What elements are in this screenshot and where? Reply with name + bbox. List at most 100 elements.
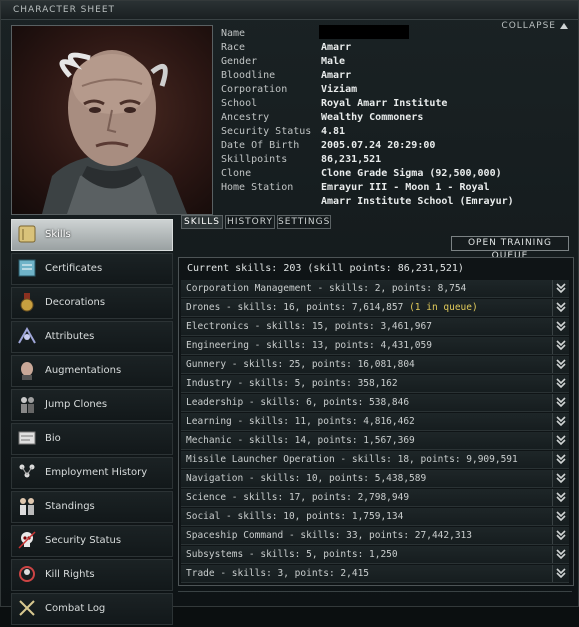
skill-group-row[interactable]: Leadership - skills: 6, points: 538,846	[181, 394, 569, 412]
tab-history[interactable]: HISTORY	[225, 215, 275, 229]
list-footer	[178, 591, 572, 606]
sidebar-item-employment-history[interactable]: Employment History	[11, 457, 173, 489]
skill-group-row[interactable]: Navigation - skills: 10, points: 5,438,5…	[181, 470, 569, 488]
sidebar-item-certificates[interactable]: Certificates	[11, 253, 173, 285]
expand-chevron-icon[interactable]	[552, 299, 569, 316]
portrait-image	[42, 50, 187, 214]
expand-chevron-icon[interactable]	[552, 413, 569, 430]
info-value: Royal Amarr Institute	[321, 98, 448, 109]
employment-icon	[16, 461, 38, 483]
skill-group-text: Learning - skills: 11, points: 4,816,462	[186, 416, 415, 427]
sidebar: Skills Certificates Decorations Attributes A…	[11, 219, 173, 627]
skill-group-label: Social - skills: 10, points: 1,759,134	[186, 511, 403, 522]
expand-chevron-icon[interactable]	[552, 375, 569, 392]
sidebar-item-kill-rights[interactable]: Kill Rights	[11, 559, 173, 591]
skill-group-label: Spaceship Command - skills: 33, points: …	[186, 530, 472, 541]
info-value: 2005.07.24 20:29:00	[321, 140, 436, 151]
info-value: Clone Grade Sigma (92,500,000)	[321, 168, 502, 179]
expand-chevron-icon[interactable]	[552, 356, 569, 373]
expand-chevron-icon[interactable]	[552, 527, 569, 544]
skill-group-row[interactable]: Gunnery - skills: 25, points: 16,081,804	[181, 356, 569, 374]
skill-group-label: Corporation Management - skills: 2, poin…	[186, 283, 466, 294]
skill-group-row[interactable]: Subsystems - skills: 5, points: 1,250	[181, 546, 569, 564]
expand-chevron-icon[interactable]	[552, 470, 569, 487]
expand-chevron-icon[interactable]	[552, 489, 569, 506]
skill-group-label: Drones - skills: 16, points: 7,614,857 (…	[186, 302, 478, 313]
sidebar-item-combat-log[interactable]: Combat Log	[11, 593, 173, 625]
attributes-icon	[16, 325, 38, 347]
collapse-button[interactable]: COLLAPSE	[501, 21, 568, 31]
skill-group-text: Leadership - skills: 6, points: 538,846	[186, 397, 410, 408]
skill-group-row[interactable]: Trade - skills: 3, points: 2,415	[181, 565, 569, 583]
skill-group-row[interactable]: Missile Launcher Operation - skills: 18,…	[181, 451, 569, 469]
skill-group-row[interactable]: Social - skills: 10, points: 1,759,134	[181, 508, 569, 526]
skill-group-row[interactable]: Engineering - skills: 13, points: 4,431,…	[181, 337, 569, 355]
skill-group-row[interactable]: Electronics - skills: 15, points: 3,461,…	[181, 318, 569, 336]
skill-group-text: Trade - skills: 3, points: 2,415	[186, 568, 370, 579]
info-value: Viziam	[321, 84, 358, 95]
sidebar-item-label: Bio	[45, 433, 61, 444]
skill-group-text: Navigation - skills: 10, points: 5,438,5…	[186, 473, 427, 484]
title-bar[interactable]: CHARACTER SHEET	[1, 1, 578, 20]
expand-chevron-icon[interactable]	[552, 451, 569, 468]
skill-group-row[interactable]: Drones - skills: 16, points: 7,614,857 (…	[181, 299, 569, 317]
tab-skills[interactable]: SKILLS	[181, 215, 223, 229]
expand-chevron-icon[interactable]	[552, 318, 569, 335]
clone-icon	[16, 393, 38, 415]
info-value: Male	[321, 56, 346, 67]
sidebar-item-security-status[interactable]: Security Status	[11, 525, 173, 557]
info-value: 4.81	[321, 126, 346, 137]
info-label: Clone	[221, 168, 252, 179]
info-value: Amarr Institute School (Emrayur)	[321, 196, 514, 207]
expand-chevron-icon[interactable]	[552, 394, 569, 411]
sidebar-item-decorations[interactable]: Decorations	[11, 287, 173, 319]
expand-chevron-icon[interactable]	[552, 280, 569, 297]
expand-chevron-icon[interactable]	[552, 337, 569, 354]
skill-group-row[interactable]: Industry - skills: 5, points: 358,162	[181, 375, 569, 393]
sidebar-item-attributes[interactable]: Attributes	[11, 321, 173, 353]
info-label: School	[221, 98, 258, 109]
expand-chevron-icon[interactable]	[552, 546, 569, 563]
sidebar-item-label: Combat Log	[45, 603, 106, 614]
skill-group-label: Mechanic - skills: 14, points: 1,567,369	[186, 435, 415, 446]
sidebar-item-label: Augmentations	[45, 365, 122, 376]
expand-chevron-icon[interactable]	[552, 508, 569, 525]
sidebar-item-standings[interactable]: Standings	[11, 491, 173, 523]
character-portrait	[11, 25, 213, 215]
skills-list: Current skills: 203 (skill points: 86,23…	[178, 257, 574, 586]
expand-chevron-icon[interactable]	[552, 565, 569, 582]
character-sheet-window: CHARACTER SHEET COLLAPSE Name Race Amarr Ge…	[0, 0, 579, 625]
collapse-label: COLLAPSE	[501, 21, 556, 31]
skill-group-label: Engineering - skills: 13, points: 4,431,…	[186, 340, 432, 351]
skill-group-row[interactable]: Spaceship Command - skills: 33, points: …	[181, 527, 569, 545]
open-training-queue-button[interactable]: OPEN TRAINING QUEUE	[451, 236, 569, 261]
info-label: Race	[221, 42, 246, 53]
sidebar-item-skills[interactable]: Skills	[11, 219, 173, 251]
info-label: Home Station	[221, 182, 294, 193]
sidebar-item-augmentations[interactable]: Augmentations	[11, 355, 173, 387]
expand-chevron-icon[interactable]	[552, 432, 569, 449]
info-value: Emrayur III - Moon 1 - Royal	[321, 182, 490, 193]
skill-group-text: Mechanic - skills: 14, points: 1,567,369	[186, 435, 415, 446]
sidebar-item-bio[interactable]: Bio	[11, 423, 173, 455]
skill-group-label: Subsystems - skills: 5, points: 1,250	[186, 549, 398, 560]
skill-group-label: Electronics - skills: 15, points: 3,461,…	[186, 321, 432, 332]
skill-group-row[interactable]: Learning - skills: 11, points: 4,816,462	[181, 413, 569, 431]
sidebar-item-jump-clones[interactable]: Jump Clones	[11, 389, 173, 421]
kill-rights-icon	[16, 563, 38, 585]
sidebar-item-label: Attributes	[45, 331, 95, 342]
tab-settings[interactable]: SETTINGS	[277, 215, 331, 229]
skill-group-row[interactable]: Mechanic - skills: 14, points: 1,567,369	[181, 432, 569, 450]
crossed-swords-icon	[16, 597, 38, 619]
skill-group-text: Corporation Management - skills: 2, poin…	[186, 283, 467, 294]
sidebar-item-label: Jump Clones	[45, 399, 108, 410]
skill-group-row[interactable]: Science - skills: 17, points: 2,798,949	[181, 489, 569, 507]
skill-group-label: Learning - skills: 11, points: 4,816,462	[186, 416, 415, 427]
sidebar-item-label: Certificates	[45, 263, 103, 274]
window-title: CHARACTER SHEET	[13, 5, 116, 15]
book-icon	[16, 223, 38, 245]
skill-group-row[interactable]: Corporation Management - skills: 2, poin…	[181, 280, 569, 298]
info-value: Amarr	[321, 70, 352, 81]
skill-group-text: Industry - skills: 5, points: 358,162	[186, 378, 398, 389]
skill-group-text: Engineering - skills: 13, points: 4,431,…	[186, 340, 432, 351]
